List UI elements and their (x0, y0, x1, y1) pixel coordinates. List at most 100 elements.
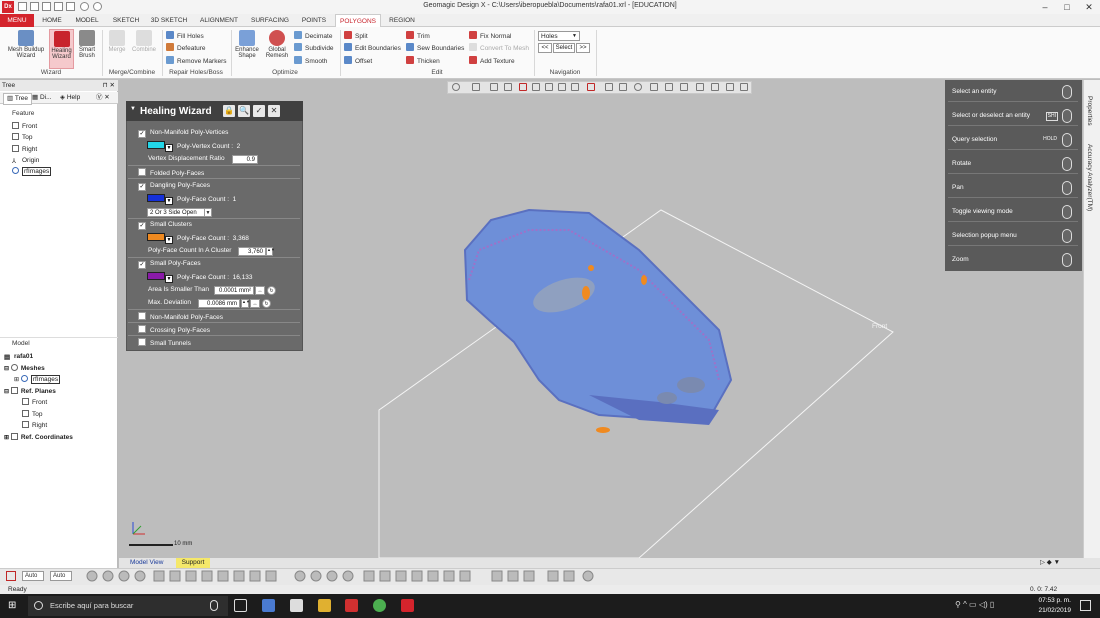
notifications-icon[interactable] (1080, 600, 1091, 611)
clip-icon[interactable] (571, 83, 579, 91)
selection-mode-icon[interactable] (587, 83, 595, 91)
combine-button[interactable]: Combine (130, 30, 158, 53)
chrome-icon[interactable] (373, 599, 386, 612)
view-fit-icon[interactable] (490, 83, 498, 91)
maximize-icon[interactable]: □ (1056, 0, 1078, 14)
tab-surfacing[interactable]: SURFACING (248, 14, 292, 27)
checkbox-checked[interactable]: ✓ (138, 183, 146, 191)
tab-model[interactable]: MODEL (72, 14, 102, 27)
collapse-icon[interactable]: ▼ (130, 106, 136, 112)
sew-boundaries-item[interactable]: Sew Boundaries (406, 43, 464, 54)
more-options-icon[interactable] (740, 83, 748, 91)
tab-home[interactable]: HOME (38, 14, 66, 27)
color-swatch[interactable] (147, 194, 165, 202)
poly-select-icon[interactable] (619, 83, 627, 91)
smart-brush-button[interactable]: Smart Brush (75, 30, 99, 59)
checkbox-unchecked[interactable] (138, 325, 146, 333)
max-deviation-input[interactable]: 0.0086 mm (198, 299, 240, 308)
bottom-tool-icons[interactable] (84, 569, 614, 583)
side-open-select[interactable]: 2 Or 3 Side Open (147, 208, 205, 217)
edit-boundaries-item[interactable]: Edit Boundaries (344, 43, 401, 54)
file-explorer-icon[interactable] (318, 599, 331, 612)
brush-select-icon[interactable] (665, 83, 673, 91)
checkbox-checked[interactable]: ✓ (138, 222, 146, 230)
tree-item-plane-front[interactable]: Front (22, 398, 47, 408)
displacement-ratio-input[interactable]: 0.9 (232, 155, 258, 164)
nonmanifold-vertices-option[interactable]: ✓ Non-Manifold Poly-Vertices (138, 128, 228, 138)
lock-icon[interactable]: 🔒 (223, 105, 235, 117)
rect-select-icon[interactable] (605, 83, 613, 91)
mail-icon[interactable] (290, 599, 303, 612)
export-icon[interactable] (66, 2, 75, 11)
through-icon[interactable] (726, 83, 734, 91)
tab-model-view[interactable]: Model View (130, 558, 163, 568)
small-tunnels-option[interactable]: Small Tunnels (138, 338, 191, 349)
view-sphere-icon[interactable] (452, 83, 460, 91)
color-swatch[interactable] (147, 272, 165, 280)
prev-button[interactable]: << (538, 43, 552, 53)
split-item[interactable]: Split (344, 31, 368, 42)
tree-item-top[interactable]: Top (12, 133, 32, 143)
merge-button[interactable]: Merge (105, 30, 129, 53)
enhance-shape-button[interactable]: Enhance Shape (233, 30, 261, 59)
expand-icon[interactable]: ⊟ (4, 366, 9, 372)
tree-item-rafa01[interactable]: ▤ rafa01 (4, 352, 33, 362)
ok-icon[interactable]: ✓ (253, 105, 265, 117)
decimate-item[interactable]: Decimate (294, 31, 332, 42)
tab-more[interactable]: Ⓥ ✕ (96, 93, 110, 103)
expand-icon[interactable]: ⊟ (4, 389, 9, 395)
tab-help[interactable]: ◈ Help (60, 93, 80, 103)
offset-item[interactable]: Offset (344, 56, 372, 67)
tab-accuracy-analyzer[interactable]: Accuracy Analyzer(TM) (1086, 144, 1093, 211)
checkbox-unchecked[interactable] (138, 168, 146, 176)
new-icon[interactable] (18, 2, 27, 11)
subdivide-item[interactable]: Subdivide (294, 43, 334, 54)
tab-polygons[interactable]: POLYGONS (335, 14, 381, 27)
solidworks-icon[interactable] (345, 599, 358, 612)
render-mode-icon[interactable] (532, 83, 540, 91)
auto-select-1[interactable]: Auto (22, 571, 44, 581)
tree-item-plane-right[interactable]: Right (22, 421, 47, 431)
tree-item-ref-coordinates[interactable]: ⊞ Ref. Coordinates (4, 433, 73, 443)
preview-icon[interactable]: 🔍 (238, 105, 250, 117)
checkbox-unchecked[interactable] (138, 338, 146, 346)
color-swatch[interactable] (147, 141, 165, 149)
microphone-icon[interactable] (210, 600, 218, 611)
next-button[interactable]: >> (576, 43, 590, 53)
fix-normal-item[interactable]: Fix Normal (469, 31, 511, 42)
task-view-icon[interactable] (234, 599, 247, 612)
tab-3d-sketch[interactable]: 3D SKETCH (148, 14, 190, 27)
chevron-down-icon[interactable]: ▼ (165, 236, 173, 244)
checkbox-checked[interactable]: ✓ (138, 261, 146, 269)
thicken-item[interactable]: Thicken (406, 56, 440, 67)
navigation-select[interactable]: Holes ▼ (538, 31, 580, 41)
tree-item-plane-top[interactable]: Top (22, 410, 42, 420)
spinner-icon[interactable]: ▲▼ (266, 247, 275, 256)
tab-menu[interactable]: MENU (0, 14, 34, 27)
mesh-buildup-wizard-button[interactable]: Mesh Buildup Wizard (3, 30, 49, 59)
app-logo[interactable]: Dx (2, 1, 14, 13)
tree-item-rfimages[interactable]: rfImages (12, 167, 52, 177)
tree-item-right[interactable]: Right (12, 145, 37, 155)
open-icon[interactable] (30, 2, 39, 11)
selection-filter-icon[interactable] (519, 83, 527, 91)
auto-select-2[interactable]: Auto (50, 571, 72, 581)
tray-icons[interactable]: ⚲ ^ ▭ ◁) ▯ (955, 600, 994, 609)
expand-icon[interactable]: ⊞ (4, 435, 9, 441)
dangling-faces-option[interactable]: ✓ Dangling Poly-Faces (138, 181, 210, 191)
save-icon[interactable] (42, 2, 51, 11)
chevron-down-icon[interactable]: ▼ (165, 275, 173, 283)
store-icon[interactable] (262, 599, 275, 612)
cancel-icon[interactable]: ✕ (268, 105, 280, 117)
reset-icon[interactable]: ↻ (267, 286, 276, 295)
tab-tree[interactable]: ▥ Tree (3, 93, 32, 105)
filter-icon[interactable] (6, 571, 16, 581)
healing-wizard-button[interactable]: Healing Wizard (49, 29, 74, 69)
checkbox-unchecked[interactable] (138, 312, 146, 320)
pin-icon[interactable]: ⊓ ✕ (103, 80, 115, 91)
tree-item-ref-planes[interactable]: ⊟ Ref. Planes (4, 387, 56, 397)
shading-icon[interactable] (545, 83, 553, 91)
tab-region[interactable]: REGION (386, 14, 418, 27)
tree-item-front[interactable]: Front (12, 122, 37, 132)
tab-points[interactable]: POINTS (298, 14, 330, 27)
